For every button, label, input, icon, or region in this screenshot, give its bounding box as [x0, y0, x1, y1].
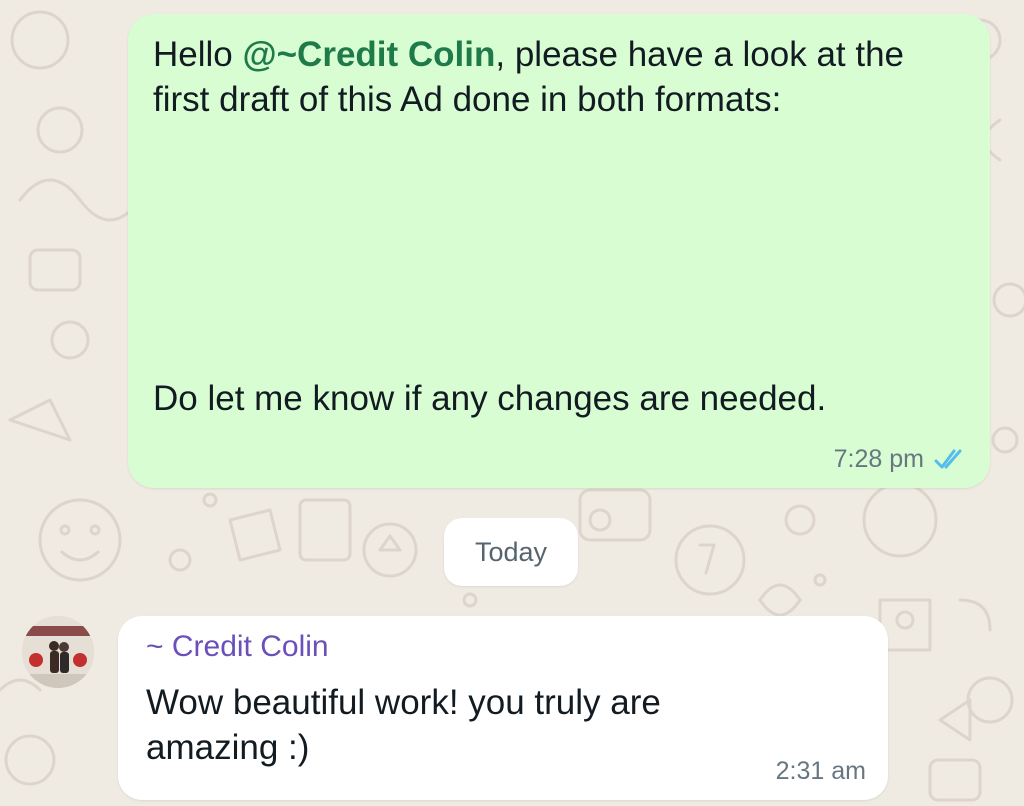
date-separator: Today	[444, 518, 578, 586]
sender-name[interactable]: ~ Credit Colin	[146, 630, 329, 664]
outgoing-message-closing: Do let me know if any changes are needed…	[153, 379, 827, 418]
outgoing-message-text: Hello @~Credit Colin, please have a look…	[153, 32, 953, 122]
date-separator-label: Today	[474, 536, 548, 567]
mention-link[interactable]: @~Credit Colin	[242, 35, 495, 74]
message-meta: 7:28 pm	[834, 445, 964, 474]
avatar[interactable]	[22, 616, 94, 688]
message-greeting: Hello	[153, 35, 243, 74]
incoming-timestamp: 2:31 am	[775, 757, 866, 785]
outgoing-timestamp: 7:28 pm	[833, 445, 924, 473]
incoming-message-text: Wow beautiful work! you truly are amazin…	[146, 683, 661, 767]
outgoing-message-bubble[interactable]: Hello @~Credit Colin, please have a look…	[128, 14, 990, 488]
double-check-read-icon	[934, 449, 964, 471]
incoming-message-bubble[interactable]: ~ Credit Colin Wow beautiful work! you t…	[118, 616, 888, 800]
